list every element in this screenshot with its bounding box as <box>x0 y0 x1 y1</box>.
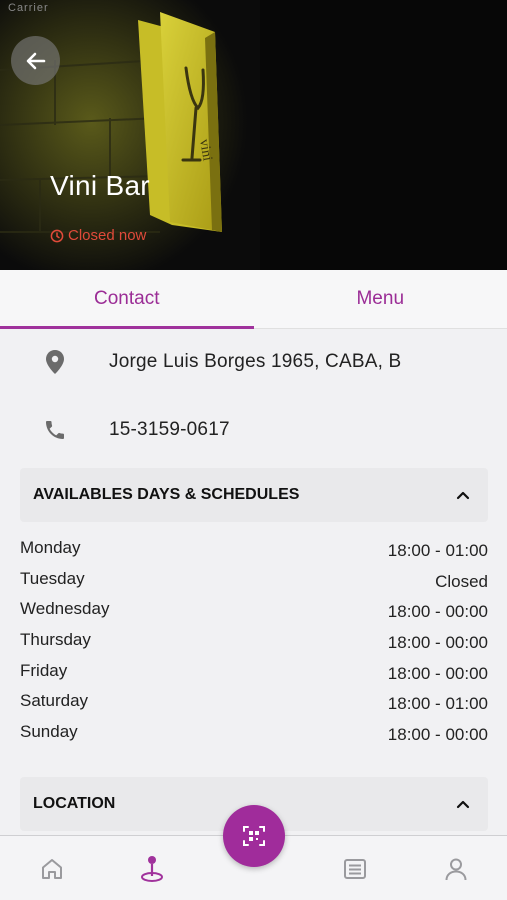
nav-map[interactable] <box>137 854 167 884</box>
nav-profile[interactable] <box>441 854 471 884</box>
schedule-row: Wednesday 18:00 - 00:00 <box>20 595 488 626</box>
schedule-day: Thursday <box>20 630 91 650</box>
schedule-row: Friday 18:00 - 00:00 <box>20 657 488 688</box>
phone-icon <box>42 417 68 443</box>
qr-scan-icon <box>243 826 265 846</box>
schedule-hours: Closed <box>435 571 488 591</box>
map-pin-icon <box>141 856 163 882</box>
schedule-day: Monday <box>20 538 81 557</box>
schedule-hours: 18:00 - 00:00 <box>387 725 488 745</box>
schedule-hours: 18:00 - 00:00 <box>387 663 488 683</box>
schedule-row: Sunday 18:00 - 00:00 <box>20 718 488 749</box>
user-icon <box>445 858 467 881</box>
phone-text: 15-3159-0617 <box>109 419 230 440</box>
schedule-row: Monday 18:00 - 01:00 <box>20 534 488 565</box>
status-text: Closed now <box>68 227 147 244</box>
location-section-title: LOCATION <box>33 795 116 812</box>
arrow-left-icon <box>26 52 45 69</box>
address-row[interactable]: Jorge Luis Borges 1965, CABA, B <box>0 335 507 389</box>
clock-icon <box>50 229 64 242</box>
schedule-day: Saturday <box>20 691 89 711</box>
back-button[interactable] <box>11 36 60 85</box>
schedule-list: Monday 18:00 - 01:00 Tuesday Closed Wedn… <box>20 534 488 749</box>
tab-menu[interactable]: Menu <box>254 270 507 328</box>
schedule-row: Saturday 18:00 - 01:00 <box>20 687 488 718</box>
address-text: Jorge Luis Borges 1965, CABA, B <box>109 351 402 372</box>
schedule-hours: 18:00 - 00:00 <box>387 633 488 653</box>
schedule-day: Wednesday <box>20 599 110 619</box>
carrier-text: Carrier <box>8 2 49 14</box>
schedule-day: Tuesday <box>20 568 85 588</box>
schedule-hours: 18:00 - 00:00 <box>387 602 488 622</box>
map-pin-icon <box>42 349 68 375</box>
open-status: Closed now <box>50 227 146 244</box>
nav-list[interactable] <box>340 854 370 884</box>
qr-scan-button[interactable] <box>223 805 285 867</box>
chevron-up-icon <box>456 800 470 809</box>
schedule-row: Thursday 18:00 - 00:00 <box>20 626 488 657</box>
schedule-section-title: AVAILABLES DAYS & SCHEDULES <box>33 486 300 503</box>
schedule-day: Sunday <box>20 722 78 742</box>
schedule-row: Tuesday Closed <box>20 565 488 596</box>
list-icon <box>344 859 366 879</box>
tab-contact[interactable]: Contact <box>0 270 254 329</box>
schedule-accordion-header[interactable]: AVAILABLES DAYS & SCHEDULES <box>20 468 488 522</box>
schedule-hours: 18:00 - 01:00 <box>387 694 488 714</box>
home-icon <box>42 859 62 879</box>
schedule-hours: 18:00 - 01:00 <box>387 541 488 560</box>
venue-title: Vini Bar <box>50 170 150 201</box>
hero-image: vini Carrier Vini Bar Closed now <box>0 0 507 270</box>
chevron-up-icon <box>456 491 470 500</box>
nav-home[interactable] <box>37 854 67 884</box>
tab-bar: Contact Menu <box>0 270 507 329</box>
phone-row[interactable]: 15-3159-0617 <box>0 403 507 457</box>
schedule-day: Friday <box>20 660 68 680</box>
